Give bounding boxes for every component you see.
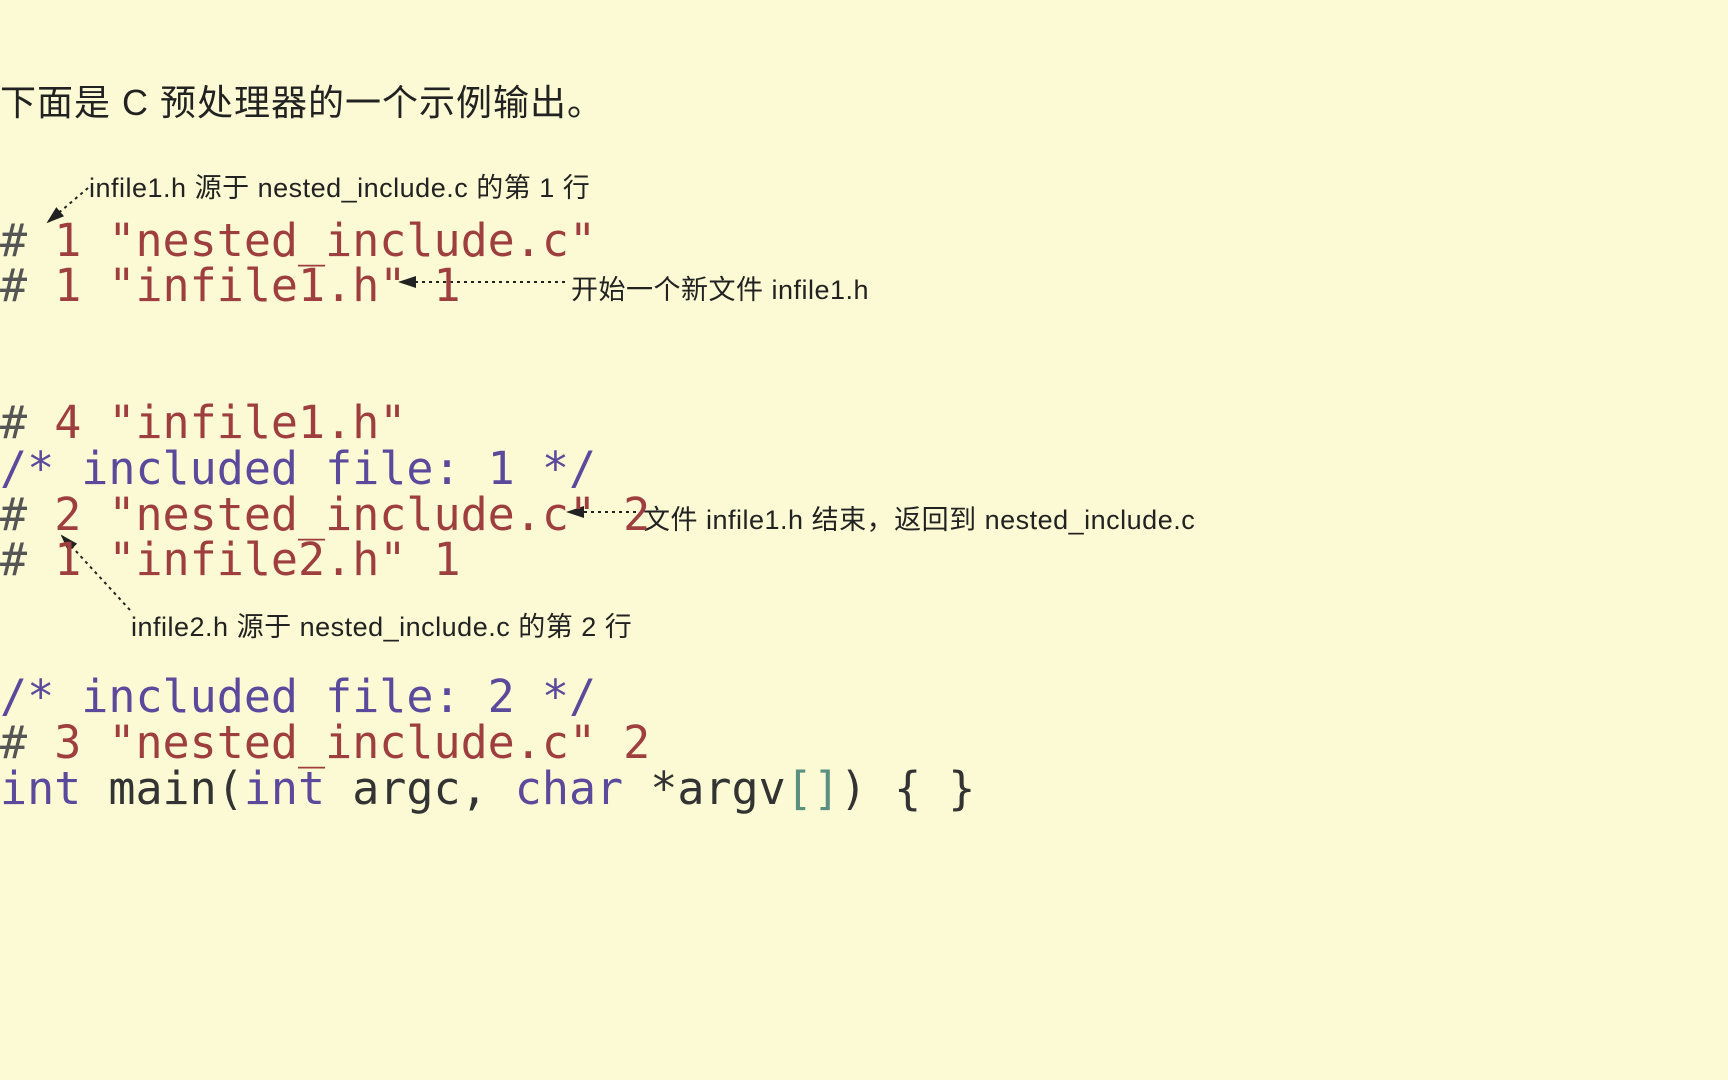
annotation-4: infile2.h 源于 nested_include.c 的第 2 行 (131, 605, 632, 644)
code-line-4: /* included file: 1 */ (0, 446, 596, 491)
code-line-2: # 1 "infile1.h" 1 (0, 263, 461, 308)
annotation-2: 开始一个新文件 infile1.h (571, 268, 869, 307)
code-line-6: # 1 "infile2.h" 1 (0, 537, 461, 582)
code-line-7: /* included file: 2 */ (0, 674, 596, 719)
code-line-5: # 2 "nested_include.c" 2 (0, 492, 650, 537)
code-line-8: # 3 "nested_include.c" 2 (0, 720, 650, 765)
code-line-1: # 1 "nested_include.c" (0, 218, 596, 263)
code-line-3: # 4 "infile1.h" (0, 400, 406, 445)
annotation-3: 文件 infile1.h 结束，返回到 nested_include.c (643, 498, 1195, 537)
code-line-9: int main(int argc, char *argv[]) { } (0, 766, 975, 811)
intro-text: 下面是 C 预处理器的一个示例输出。 (0, 74, 604, 126)
annotation-1: infile1.h 源于 nested_include.c 的第 1 行 (89, 166, 590, 205)
